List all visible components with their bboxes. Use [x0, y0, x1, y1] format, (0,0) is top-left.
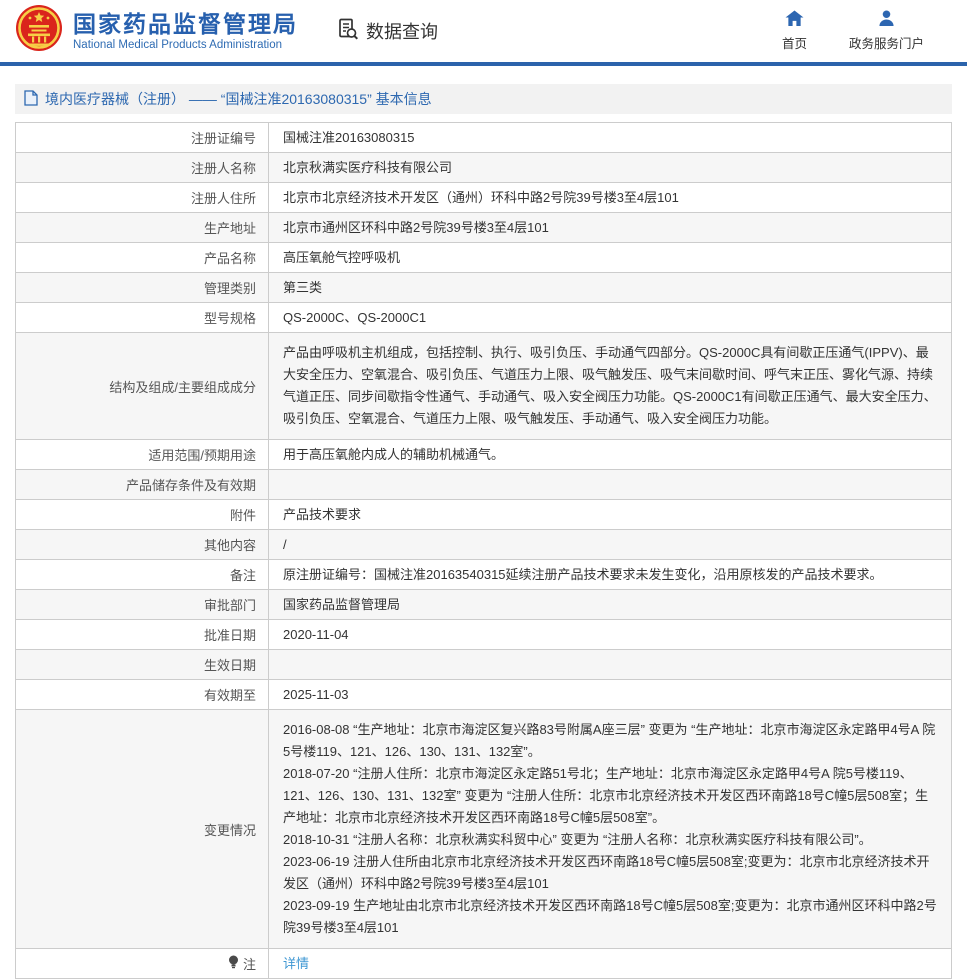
brand-text: 国家药品监督管理局 National Medical Products Admi… [73, 11, 298, 51]
details-link[interactable]: 详情 [283, 956, 309, 971]
header-divider-bar [0, 62, 967, 66]
row-label: 生效日期 [16, 650, 269, 680]
table-row: 注册人住所 北京市北京经济技术开发区（通州）环科中路2号院39号楼3至4层101 [16, 183, 952, 213]
bulb-icon [228, 955, 239, 972]
row-label: 变更情况 [16, 710, 269, 949]
row-label: 其他内容 [16, 530, 269, 560]
row-label: 管理类别 [16, 273, 269, 303]
row-value: 北京市通州区环科中路2号院39号楼3至4层101 [269, 213, 952, 243]
user-icon [877, 10, 896, 30]
nav-portal-label: 政务服务门户 [849, 33, 924, 52]
table-row: 生产地址 北京市通州区环科中路2号院39号楼3至4层101 [16, 213, 952, 243]
row-value: 产品技术要求 [269, 500, 952, 530]
app-header: 国家药品监督管理局 National Medical Products Admi… [0, 0, 967, 62]
table-row: 审批部门 国家药品监督管理局 [16, 590, 952, 620]
row-label: 注册证编号 [16, 123, 269, 153]
document-search-icon [336, 17, 360, 46]
row-value: 2020-11-04 [269, 620, 952, 650]
row-label: 注 [16, 949, 269, 979]
table-row: 变更情况 2016-08-08 “生产地址：北京市海淀区复兴路83号附属A座三层… [16, 710, 952, 949]
data-query-section[interactable]: 数据查询 [336, 17, 438, 46]
row-label: 批准日期 [16, 620, 269, 650]
row-label: 型号规格 [16, 303, 269, 333]
table-row: 管理类别 第三类 [16, 273, 952, 303]
row-value: 国械注准20163080315 [269, 123, 952, 153]
table-row: 备注 原注册证编号：国械注准20163540315延续注册产品技术要求未发生变化… [16, 560, 952, 590]
table-row: 适用范围/预期用途 用于高压氧舱内成人的辅助机械通气。 [16, 440, 952, 470]
table-row: 注册人名称 北京秋满实医疗科技有限公司 [16, 153, 952, 183]
row-value: / [269, 530, 952, 560]
row-label: 备注 [16, 560, 269, 590]
table-row: 产品储存条件及有效期 [16, 470, 952, 500]
row-label: 审批部门 [16, 590, 269, 620]
nmpa-emblem-logo [15, 3, 63, 60]
row-value [269, 470, 952, 500]
brand: 国家药品监督管理局 National Medical Products Admi… [15, 3, 298, 60]
nav-home-label: 首页 [782, 33, 807, 52]
row-label: 产品名称 [16, 243, 269, 273]
table-row: 注册证编号 国械注准20163080315 [16, 123, 952, 153]
table-row: 批准日期 2020-11-04 [16, 620, 952, 650]
row-value: 北京秋满实医疗科技有限公司 [269, 153, 952, 183]
breadcrumb: 境内医疗器械（注册） —— “国械注准20163080315” 基本信息 [15, 84, 952, 114]
row-value: 产品由呼吸机主机组成，包括控制、执行、吸引负压、手动通气四部分。QS-2000C… [269, 333, 952, 440]
row-value: 详情 [269, 949, 952, 979]
row-value: 2025-11-03 [269, 680, 952, 710]
page-icon [24, 90, 38, 109]
row-value: 2016-08-08 “生产地址：北京市海淀区复兴路83号附属A座三层” 变更为… [269, 710, 952, 949]
row-label: 生产地址 [16, 213, 269, 243]
row-label: 注册人住所 [16, 183, 269, 213]
row-label: 附件 [16, 500, 269, 530]
row-label: 适用范围/预期用途 [16, 440, 269, 470]
header-nav: 首页 政务服务门户 [782, 10, 952, 52]
table-row: 附件 产品技术要求 [16, 500, 952, 530]
row-value: QS-2000C、QS-2000C1 [269, 303, 952, 333]
table-row: 结构及组成/主要组成成分 产品由呼吸机主机组成，包括控制、执行、吸引负压、手动通… [16, 333, 952, 440]
row-value: 北京市北京经济技术开发区（通州）环科中路2号院39号楼3至4层101 [269, 183, 952, 213]
row-value [269, 650, 952, 680]
row-label: 产品储存条件及有效期 [16, 470, 269, 500]
table-row: 其他内容 / [16, 530, 952, 560]
row-value: 高压氧舱气控呼吸机 [269, 243, 952, 273]
table-row: 有效期至 2025-11-03 [16, 680, 952, 710]
breadcrumb-text: 境内医疗器械（注册） —— “国械注准20163080315” 基本信息 [45, 89, 432, 109]
data-query-label: 数据查询 [366, 18, 438, 44]
nav-home[interactable]: 首页 [782, 10, 807, 52]
row-label: 有效期至 [16, 680, 269, 710]
table-row: 产品名称 高压氧舱气控呼吸机 [16, 243, 952, 273]
home-icon [785, 10, 804, 30]
table-row: 生效日期 [16, 650, 952, 680]
registration-table: 注册证编号 国械注准20163080315 注册人名称 北京秋满实医疗科技有限公… [15, 122, 952, 979]
table-row: 注 详情 [16, 949, 952, 979]
row-label: 结构及组成/主要组成成分 [16, 333, 269, 440]
row-label: 注册人名称 [16, 153, 269, 183]
brand-title: 国家药品监督管理局 [73, 11, 298, 37]
brand-subtitle: National Medical Products Administration [73, 39, 298, 51]
table-row: 型号规格 QS-2000C、QS-2000C1 [16, 303, 952, 333]
row-value: 国家药品监督管理局 [269, 590, 952, 620]
row-value: 第三类 [269, 273, 952, 303]
nav-portal[interactable]: 政务服务门户 [849, 10, 924, 52]
row-value: 原注册证编号：国械注准20163540315延续注册产品技术要求未发生变化，沿用… [269, 560, 952, 590]
row-value: 用于高压氧舱内成人的辅助机械通气。 [269, 440, 952, 470]
